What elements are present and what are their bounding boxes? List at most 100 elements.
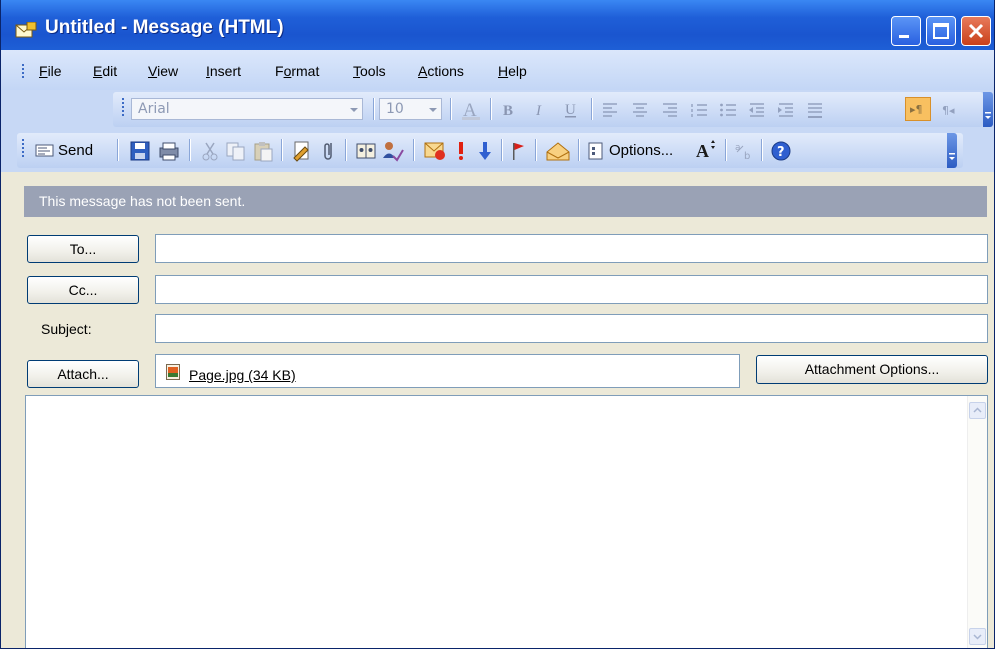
- print-icon[interactable]: [157, 140, 181, 162]
- menu-help[interactable]: Help: [498, 63, 527, 79]
- bullet-list-icon[interactable]: [718, 100, 738, 120]
- svg-text:A: A: [696, 141, 709, 161]
- cc-button[interactable]: Cc...: [27, 276, 139, 304]
- italic-icon[interactable]: I: [531, 100, 549, 120]
- decrease-indent-icon[interactable]: [747, 100, 767, 120]
- svg-text:?: ?: [777, 145, 785, 160]
- svg-text:¶◂: ¶◂: [942, 104, 955, 117]
- svg-text:b: b: [744, 151, 750, 162]
- format-text-icon[interactable]: A: [694, 139, 718, 161]
- chevron-down-icon: [985, 112, 991, 119]
- menu-file[interactable]: File: [39, 63, 62, 79]
- paste-icon[interactable]: [252, 140, 274, 162]
- increase-indent-icon[interactable]: [776, 100, 796, 120]
- close-icon: [968, 23, 984, 39]
- scroll-up-button[interactable]: [969, 402, 986, 419]
- follow-up-flag-icon[interactable]: [510, 140, 526, 162]
- align-right-icon[interactable]: [660, 100, 680, 120]
- toolbar-separator: [725, 139, 727, 161]
- menu-format[interactable]: Format: [275, 63, 319, 79]
- menu-edit[interactable]: Edit: [93, 63, 117, 79]
- font-size-combo[interactable]: 10: [379, 98, 442, 120]
- subject-field[interactable]: [155, 314, 988, 343]
- chevron-down-icon[interactable]: [346, 99, 362, 119]
- close-button[interactable]: [961, 16, 991, 46]
- vertical-scrollbar[interactable]: [967, 396, 987, 648]
- cc-field[interactable]: [155, 275, 988, 304]
- attachment-link[interactable]: Page.jpg (34 KB): [189, 367, 296, 383]
- insert-file-icon[interactable]: [291, 140, 313, 162]
- toolbar-separator: [373, 98, 375, 120]
- to-field[interactable]: [155, 234, 988, 263]
- minimize-button[interactable]: [891, 16, 921, 46]
- low-importance-icon[interactable]: [478, 140, 492, 162]
- horizontal-line-icon[interactable]: [805, 100, 825, 120]
- outlook-message-window: Untitled - Message (HTML) File Edit View…: [0, 0, 995, 649]
- high-importance-icon[interactable]: [454, 140, 468, 162]
- menu-insert[interactable]: Insert: [206, 63, 241, 79]
- minimize-icon: [899, 35, 909, 38]
- standard-toolbar: Send Options... A ab ?: [17, 133, 963, 168]
- to-button[interactable]: To...: [27, 235, 139, 263]
- menu-grip[interactable]: [21, 64, 25, 80]
- toolbar-separator: [117, 139, 119, 161]
- font-size-value: 10: [386, 101, 404, 117]
- toolbar-separator: [501, 139, 503, 161]
- toolbar-separator: [189, 139, 191, 161]
- font-name-value: Arial: [138, 101, 170, 117]
- title-bar[interactable]: Untitled - Message (HTML): [1, 0, 994, 50]
- font-color-icon[interactable]: A: [459, 99, 483, 121]
- subject-label: Subject:: [41, 321, 92, 337]
- toolbar-options-chevron[interactable]: [983, 92, 993, 127]
- toolbar-separator: [761, 139, 763, 161]
- scroll-down-button[interactable]: [969, 628, 986, 645]
- message-body[interactable]: [25, 395, 988, 648]
- toolbar-options-chevron[interactable]: [947, 133, 957, 168]
- check-names-icon[interactable]: [381, 140, 405, 162]
- image-file-icon[interactable]: [166, 364, 181, 381]
- send-envelope-icon: [35, 144, 54, 157]
- chevron-down-icon: [949, 153, 955, 160]
- toolbar-separator: [345, 139, 347, 161]
- numbered-list-icon[interactable]: [689, 100, 709, 120]
- underline-icon[interactable]: U: [562, 100, 580, 120]
- menu-tools[interactable]: Tools: [353, 63, 386, 79]
- envelope-app-icon: [15, 22, 37, 38]
- address-book-icon[interactable]: [355, 140, 377, 162]
- toolbar-separator: [413, 139, 415, 161]
- font-name-combo[interactable]: Arial: [131, 98, 363, 120]
- send-button[interactable]: Send: [35, 140, 119, 162]
- attachment-options-button[interactable]: Attachment Options...: [756, 355, 988, 384]
- align-center-icon[interactable]: [630, 100, 650, 120]
- left-to-right-icon: ▸¶: [910, 103, 923, 116]
- insert-signature-icon[interactable]: ab: [733, 140, 755, 162]
- maximize-button[interactable]: [926, 16, 956, 46]
- attach-button[interactable]: Attach...: [27, 360, 139, 388]
- toolbar-separator: [281, 139, 283, 161]
- svg-text:▸¶: ▸¶: [910, 103, 923, 116]
- paperclip-icon[interactable]: [321, 139, 337, 163]
- options-icon: [588, 142, 603, 160]
- bold-icon[interactable]: B: [500, 100, 518, 120]
- permission-envelope-icon[interactable]: [545, 140, 571, 162]
- menu-actions[interactable]: Actions: [418, 63, 464, 79]
- options-button[interactable]: Options...: [587, 140, 692, 162]
- toolbar-grip[interactable]: [21, 139, 25, 159]
- right-to-left-icon[interactable]: ¶◂: [939, 100, 961, 120]
- save-icon[interactable]: [129, 140, 151, 162]
- chevron-down-icon[interactable]: [425, 99, 441, 119]
- copy-icon[interactable]: [225, 140, 247, 162]
- cut-icon[interactable]: [200, 140, 220, 162]
- formatting-toolbar: Arial 10 A B I U ▸¶ ¶◂: [113, 92, 983, 127]
- window-title: Untitled - Message (HTML): [45, 17, 284, 38]
- toolbar-separator: [535, 139, 537, 161]
- menu-view[interactable]: View: [148, 63, 178, 79]
- help-icon[interactable]: ?: [769, 139, 793, 163]
- align-left-icon[interactable]: [600, 100, 620, 120]
- toolbar-grip[interactable]: [121, 98, 125, 118]
- ltr-button[interactable]: ▸¶: [905, 97, 931, 121]
- options-label: Options...: [609, 142, 674, 159]
- toolbar-separator: [450, 98, 452, 120]
- message-flag-envelope-icon[interactable]: [423, 140, 447, 162]
- send-label: Send: [58, 142, 94, 159]
